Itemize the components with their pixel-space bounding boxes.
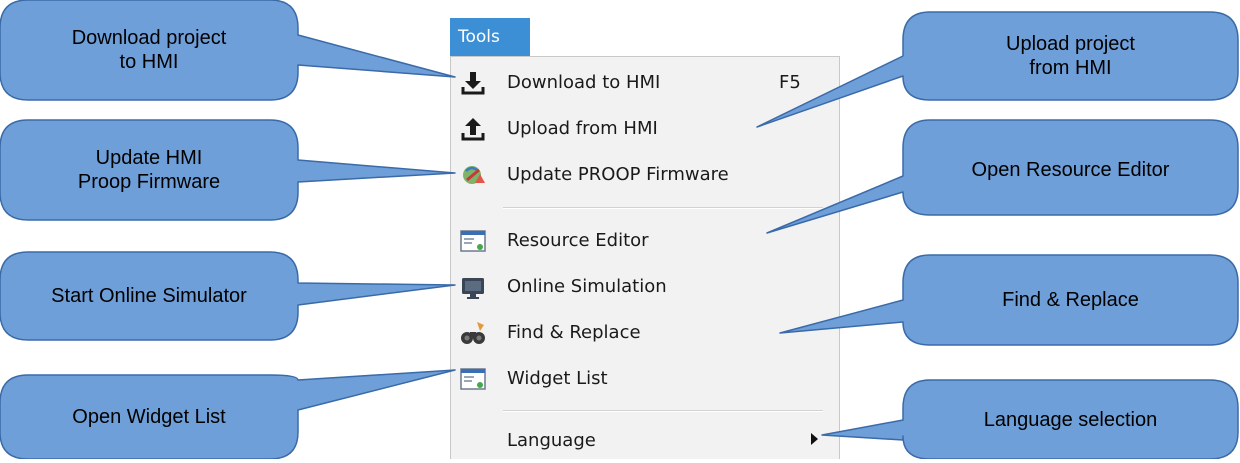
callout-update-text: Update HMI Proop Firmware	[77, 147, 221, 193]
callout-widget-list-text: Open Widget List	[72, 406, 226, 428]
callout-upload-text: Upload project from HMI	[1006, 33, 1135, 79]
callout-find-text: Find & Replace	[1002, 289, 1139, 311]
callout-download-text: Download project to HMI	[71, 27, 227, 73]
callout-language-text: Language selection	[983, 408, 1158, 431]
callout-simulator-text: Start Online Simulator	[51, 285, 247, 307]
callout-resource-text: Open Resource Editor	[971, 159, 1170, 181]
